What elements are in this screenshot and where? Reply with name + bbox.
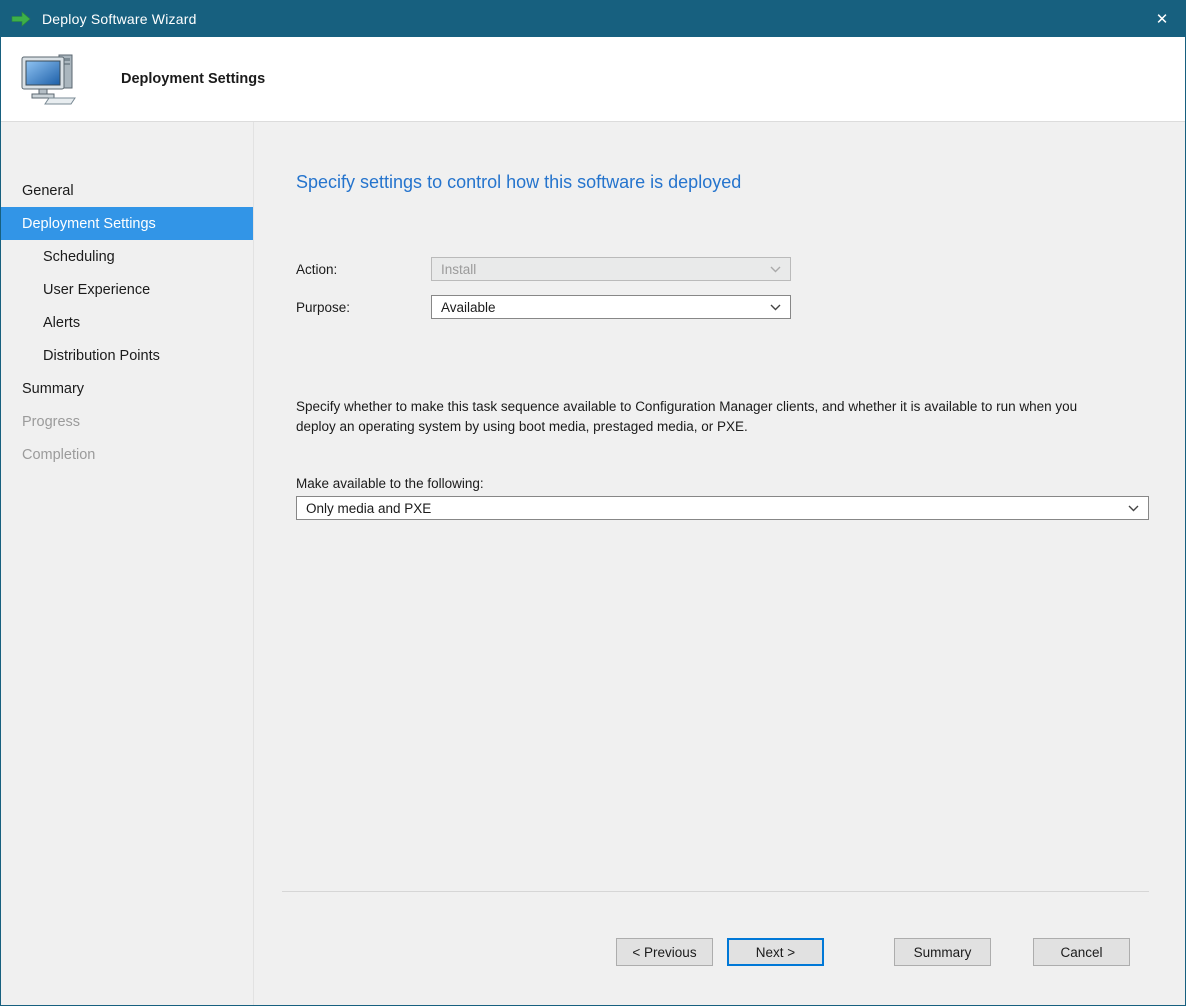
action-row: Action: Install bbox=[296, 257, 1149, 281]
chevron-down-icon bbox=[762, 266, 781, 273]
previous-button[interactable]: < Previous bbox=[616, 938, 713, 966]
wizard-header: Deployment Settings bbox=[1, 37, 1185, 122]
nav-item-deployment-settings[interactable]: Deployment Settings bbox=[1, 207, 253, 240]
footer-divider bbox=[282, 891, 1149, 892]
purpose-value: Available bbox=[441, 300, 496, 315]
chevron-down-icon bbox=[1120, 505, 1139, 512]
nav-item-completion: Completion bbox=[1, 438, 253, 471]
summary-button[interactable]: Summary bbox=[894, 938, 991, 966]
action-label: Action: bbox=[296, 262, 431, 277]
window-title: Deploy Software Wizard bbox=[42, 11, 197, 27]
page-title: Deployment Settings bbox=[121, 71, 265, 87]
content-heading: Specify settings to control how this sof… bbox=[296, 172, 1149, 193]
wizard-button-row: < Previous Next > Summary Cancel bbox=[296, 938, 1149, 1005]
purpose-combobox[interactable]: Available bbox=[431, 295, 791, 319]
wizard-body: General Deployment Settings Scheduling U… bbox=[1, 122, 1185, 1005]
availability-combo-wrap: Only media and PXE bbox=[296, 496, 1149, 520]
action-value: Install bbox=[441, 262, 476, 277]
purpose-row: Purpose: Available bbox=[296, 295, 1149, 319]
availability-value: Only media and PXE bbox=[306, 501, 431, 516]
chevron-down-icon bbox=[762, 304, 781, 311]
deploy-software-wizard-window: Deploy Software Wizard ✕ bbox=[0, 0, 1186, 1006]
wizard-nav: General Deployment Settings Scheduling U… bbox=[1, 122, 254, 1005]
make-available-label: Make available to the following: bbox=[296, 476, 1149, 491]
computer-monitor-icon bbox=[19, 50, 81, 108]
cancel-button[interactable]: Cancel bbox=[1033, 938, 1130, 966]
availability-description: Specify whether to make this task sequen… bbox=[296, 397, 1116, 436]
nav-item-scheduling[interactable]: Scheduling bbox=[1, 240, 253, 273]
purpose-label: Purpose: bbox=[296, 300, 431, 315]
titlebar: Deploy Software Wizard ✕ bbox=[1, 1, 1185, 37]
availability-combobox[interactable]: Only media and PXE bbox=[296, 496, 1149, 520]
next-button[interactable]: Next > bbox=[727, 938, 824, 966]
action-combobox: Install bbox=[431, 257, 791, 281]
nav-item-distribution-points[interactable]: Distribution Points bbox=[1, 339, 253, 372]
nav-item-summary[interactable]: Summary bbox=[1, 372, 253, 405]
nav-item-general[interactable]: General bbox=[1, 174, 253, 207]
green-deploy-arrow-icon bbox=[11, 10, 33, 28]
nav-item-user-experience[interactable]: User Experience bbox=[1, 273, 253, 306]
content-pane: Specify settings to control how this sof… bbox=[254, 122, 1185, 1005]
nav-item-alerts[interactable]: Alerts bbox=[1, 306, 253, 339]
close-icon[interactable]: ✕ bbox=[1139, 1, 1185, 37]
footer-spacer bbox=[296, 520, 1149, 891]
nav-item-progress: Progress bbox=[1, 405, 253, 438]
